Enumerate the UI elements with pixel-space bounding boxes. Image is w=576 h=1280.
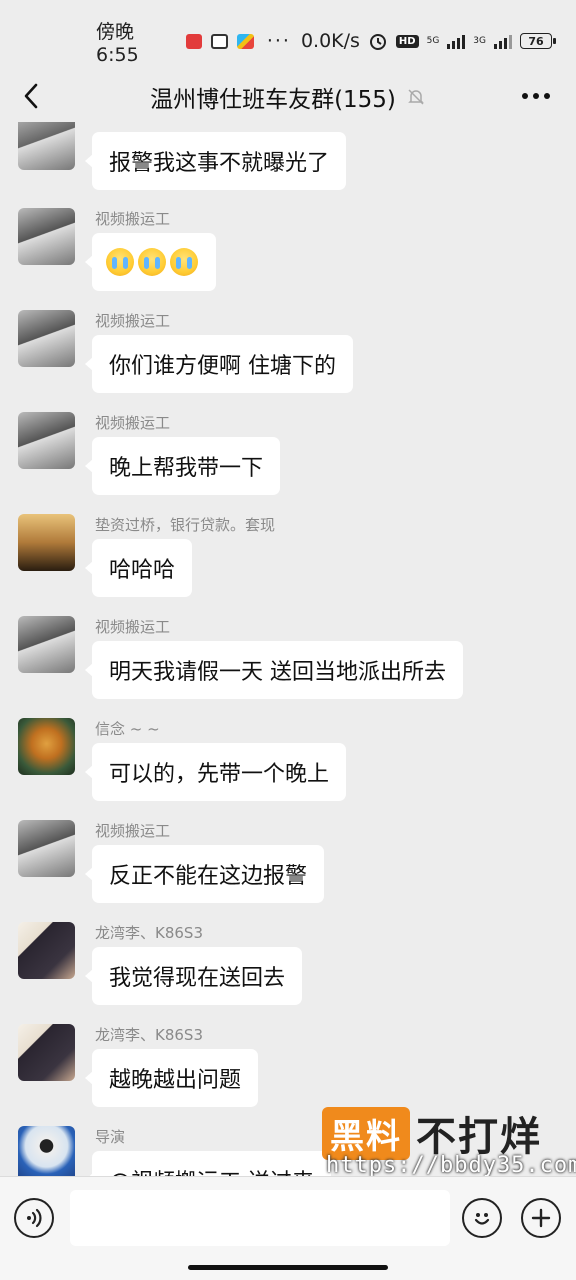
crying-face-icon [138,248,166,276]
emoji-button[interactable] [462,1198,502,1238]
sender-name: 龙湾李、K86S3 [95,924,203,942]
more-dots-icon [522,93,550,99]
sim2-label: 3G [473,35,486,46]
avatar[interactable] [18,208,75,265]
back-button[interactable] [14,76,48,116]
notification-app-icon [211,33,229,49]
message-text: 可以的，先带一个晚上 [109,762,330,787]
message-bubble[interactable]: @视频搬运工 送过来 [85,1151,331,1176]
signal-icon [447,33,466,49]
alarm-icon [369,34,386,50]
input-bar [0,1176,576,1280]
message-bubble[interactable]: 越晚越出问题 [84,1049,259,1107]
sender-name: 龙湾李、K86S3 [95,1026,203,1044]
more-button[interactable] [518,78,554,114]
net-speed: 0.0K/s [300,30,360,52]
message-bubble[interactable]: 我觉得现在送回去 [84,947,303,1005]
chevron-left-icon [24,83,38,109]
status-time: 傍晚6:55 [96,20,139,66]
message-text: 反正不能在这边报警 [109,864,308,889]
message-text: 哈哈哈 [109,558,176,583]
chat-title-wrap: 温州博仕班车友群(155) [150,80,426,114]
message-text: 我觉得现在送回去 [109,966,286,991]
avatar[interactable] [18,1126,75,1176]
message-bubble[interactable]: 报警我这事不就曝光了 [84,132,347,190]
more-functions-button[interactable] [521,1198,561,1238]
message-bubble[interactable]: 反正不能在这边报警 [84,845,325,903]
avatar[interactable] [18,310,75,367]
message-text: 报警我这事不就曝光了 [109,151,330,176]
message-bubble[interactable] [85,233,216,291]
bell-off-icon [408,89,424,105]
plus-icon [531,1208,551,1228]
sender-name: 垫资过桥，银行贷款。套现 [95,516,276,534]
message-input[interactable] [70,1190,450,1246]
watermark-url: https://bbdy35.com [326,1153,576,1178]
message-bubble[interactable]: 哈哈哈 [84,539,193,597]
crying-face-icon [170,248,198,276]
message-bubble[interactable]: 你们谁方便啊 住塘下的 [85,335,353,393]
play-store-icon [237,33,254,49]
sender-name: 视频搬运工 [95,618,171,636]
message-text: 晚上帮我带一下 [109,456,264,481]
sender-name: 视频搬运工 [95,822,171,840]
sim1-label: 5G [426,35,440,46]
message-text: @视频搬运工 送过来 [109,1164,314,1176]
voice-icon [27,1208,42,1228]
more-notifications-icon: ··· [266,30,291,52]
message-bubble[interactable]: 可以的，先带一个晚上 [84,743,347,801]
voice-button[interactable] [14,1198,54,1238]
avatar[interactable] [18,122,75,170]
message-text: 越晚越出问题 [109,1068,242,1093]
message-text: 你们谁方便啊 住塘下的 [109,354,336,379]
chat-title: 温州博仕班车友群(155) [150,87,396,113]
sender-name: 视频搬运工 [95,312,171,330]
avatar[interactable] [18,820,75,877]
sender-name: 视频搬运工 [95,414,171,432]
notification-app-icon [185,33,203,49]
home-indicator[interactable] [188,1265,388,1270]
hd-badge: HD [395,34,419,48]
chat-header: 温州博仕班车友群(155) [0,72,576,122]
avatar[interactable] [18,1024,75,1081]
message-bubble[interactable]: 明天我请假一天 送回当地派出所去 [85,641,463,699]
avatar[interactable] [18,922,75,979]
message-list[interactable]: 报警我这事不就曝光了 视频搬运工 视频搬运工 你们谁方便啊 住塘下的 视频搬运工… [0,122,576,1176]
message-text: 明天我请假一天 送回当地派出所去 [109,660,446,685]
sender-name: 信念 ~ ~ [95,720,160,738]
avatar[interactable] [18,514,75,571]
crying-face-icon [106,248,134,276]
signal-icon [494,33,512,49]
avatar[interactable] [18,412,75,469]
sender-name: 视频搬运工 [95,210,171,228]
message-bubble[interactable]: 晚上帮我带一下 [84,437,281,495]
status-bar: 傍晚6:55 ··· 0.0K/s HD 5G 3G 76 [0,0,576,72]
avatar[interactable] [18,718,75,775]
battery-icon: 76 [520,33,556,49]
sender-name: 导演 [95,1128,126,1146]
watermark-badge: 黑料 [322,1106,410,1160]
avatar[interactable] [18,616,75,673]
emoji-icon [474,1213,490,1225]
